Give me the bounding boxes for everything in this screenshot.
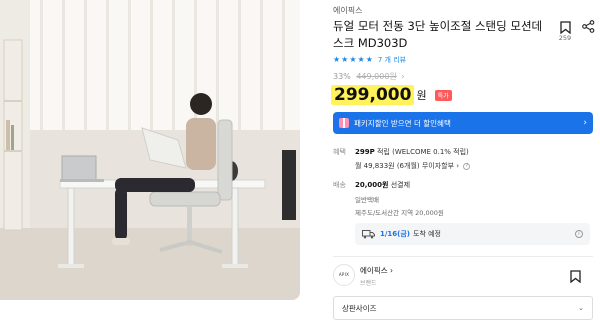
shipping-fee-value: 20,000원	[355, 181, 389, 189]
product-photo-illustration	[0, 0, 300, 300]
discount-rate: 33%	[333, 72, 351, 81]
bookmark-icon	[559, 21, 571, 35]
seller-bookmark-button[interactable]	[570, 268, 581, 287]
chevron-right-icon: ›	[401, 72, 405, 81]
star-icon: ★	[333, 55, 341, 64]
share-icon	[582, 20, 595, 33]
price-unit: 원	[416, 89, 427, 102]
package-discount-banner[interactable]: 패키지할인 받으면 더 할인혜택 ›	[333, 112, 593, 134]
option-select-value: 상판사이즈	[342, 303, 377, 313]
bookmark-count: 259	[558, 34, 572, 42]
seller-type: 브랜드	[360, 280, 377, 287]
product-title: 듀얼 모터 전동 3단 높이조절 스탠딩 모션데스크 MD303D	[333, 19, 543, 50]
seller-logo[interactable]: APIX	[333, 264, 355, 286]
truck-icon	[362, 229, 375, 238]
price-row: 299,000 원 특가	[331, 85, 452, 105]
special-price-badge: 특가	[434, 89, 452, 101]
shipping-type: 일반택배	[355, 196, 379, 204]
shipping-fee-suffix: 선결제	[390, 181, 411, 189]
original-price: 449,000원	[356, 72, 397, 81]
product-image[interactable]	[0, 0, 300, 300]
seller-name-link[interactable]: 에이픽스 ›	[360, 265, 393, 276]
star-icon: ★	[349, 55, 357, 64]
gift-icon	[339, 118, 349, 128]
benefit-label: 혜택	[333, 148, 346, 156]
points-text: 적립 (WELCOME 0.1% 적립)	[376, 148, 469, 156]
arrival-date: 1/16(금)	[380, 230, 411, 238]
arrival-text: 도착 예정	[413, 230, 442, 238]
help-icon[interactable]: ?	[463, 162, 471, 170]
brand-name[interactable]: 에이픽스	[333, 5, 362, 16]
divider	[333, 256, 593, 257]
share-button[interactable]	[582, 18, 595, 37]
installment-info[interactable]: 월 49,833원 (6개월) 무이자할부 › ?	[355, 161, 471, 171]
chevron-right-icon: ›	[583, 118, 587, 128]
discount-info[interactable]: 33% 449,000원 ›	[333, 71, 405, 82]
star-icon: ★	[365, 55, 373, 64]
package-discount-label: 패키지할인 받으면 더 할인혜택	[354, 118, 451, 128]
chevron-right-icon: ›	[456, 162, 460, 170]
bookmark-icon	[570, 270, 581, 284]
option-select-top-size[interactable]: 상판사이즈 ⌄	[333, 296, 593, 320]
points-value: 299P	[355, 148, 375, 156]
shipping-fee: 20,000원 선결제	[355, 180, 410, 190]
info-icon[interactable]: i	[575, 230, 583, 238]
chevron-down-icon: ⌄	[578, 304, 584, 312]
star-icon: ★	[341, 55, 349, 64]
points-info: 299P 적립 (WELCOME 0.1% 적립)	[355, 147, 469, 157]
star-icon: ★	[357, 55, 365, 64]
rating[interactable]: ★ ★ ★ ★ ★ 7 개 리뷰	[333, 55, 406, 65]
shipping-note: 제주도/도서산간 지역 20,000원	[355, 209, 444, 217]
sale-price: 299,000	[331, 85, 415, 105]
shipping-label: 배송	[333, 181, 346, 189]
review-count-link[interactable]: 7 개 리뷰	[378, 55, 406, 65]
installment-text: 월 49,833원 (6개월) 무이자할부	[355, 162, 455, 170]
arrival-estimate[interactable]: 1/16(금) 도착 예정 i	[355, 223, 590, 245]
